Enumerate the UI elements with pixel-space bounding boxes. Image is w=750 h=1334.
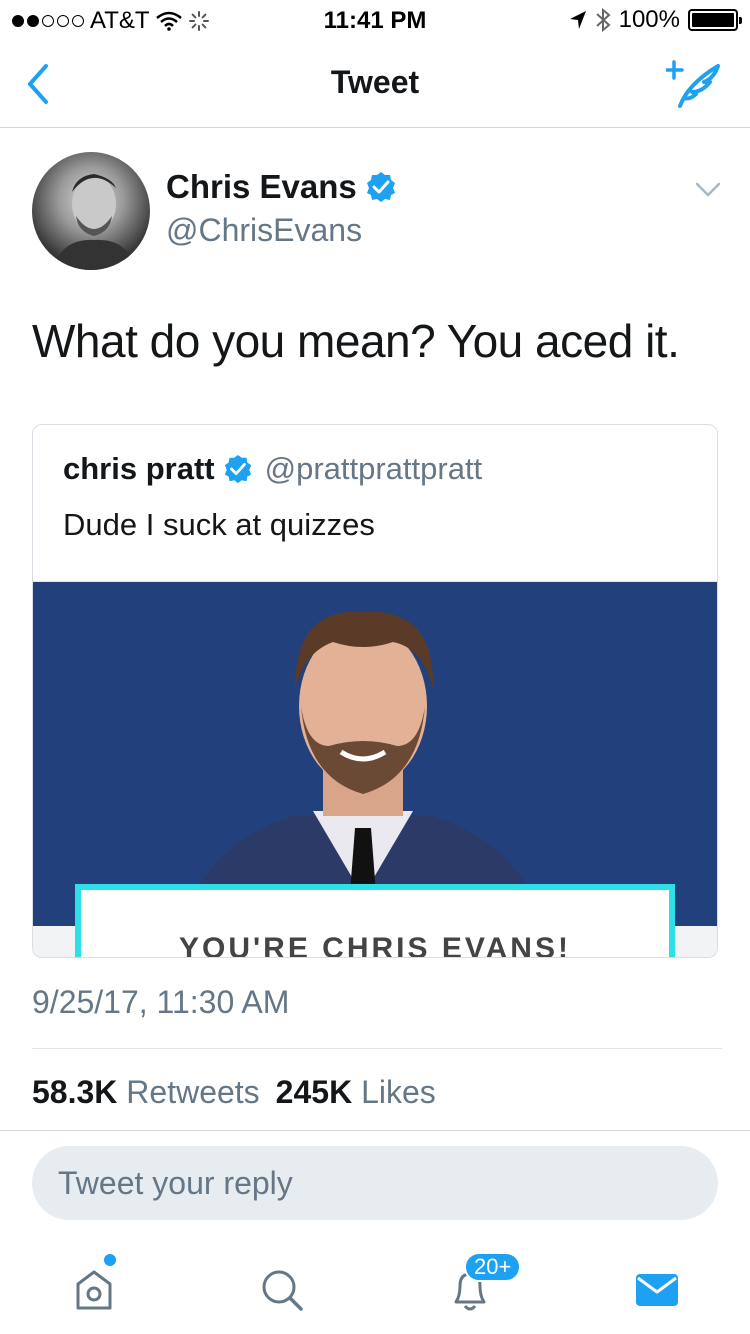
verified-badge-icon (224, 454, 251, 484)
tweet-timestamp: 9/25/17, 11:30 AM (32, 984, 290, 1020)
quoted-tweet-media[interactable]: YOU'RE CHRIS EVANS! (33, 581, 717, 958)
retweets-stat[interactable]: 58.3K Retweets (32, 1074, 260, 1111)
compose-tweet-icon[interactable] (666, 58, 722, 110)
tweet-text: What do you mean? You aced it. (32, 315, 680, 367)
location-arrow-icon (569, 11, 586, 29)
messages-envelope-icon[interactable] (626, 1260, 686, 1320)
quiz-result-box: YOU'RE CHRIS EVANS! (75, 884, 675, 958)
media-person-photo (183, 611, 543, 926)
divider (0, 1130, 750, 1131)
likes-label: Likes (361, 1074, 436, 1110)
tweet-stats: 58.3K Retweets 245K Likes (32, 1074, 436, 1111)
author-name[interactable]: Chris Evans (166, 168, 397, 206)
quiz-result-text: YOU'RE CHRIS EVANS! (179, 932, 571, 958)
likes-count: 245K (275, 1074, 353, 1110)
home-icon[interactable] (64, 1260, 124, 1320)
quoted-author-handle: @prattprattpratt (264, 451, 483, 486)
likes-stat[interactable]: 245K Likes (276, 1074, 436, 1111)
author-name-text: Chris Evans (166, 168, 357, 205)
status-right: 100% (569, 6, 742, 34)
battery-fill (692, 13, 734, 27)
home-new-indicator (104, 1254, 116, 1266)
divider (32, 1048, 722, 1049)
chevron-down-icon[interactable] (694, 180, 722, 200)
bluetooth-icon (595, 8, 611, 32)
quoted-tweet-header: chris pratt @prattprattpratt (63, 451, 482, 487)
reply-input[interactable]: Tweet your reply (32, 1146, 718, 1220)
search-icon[interactable] (252, 1260, 312, 1320)
author-handle[interactable]: @ChrisEvans (166, 212, 362, 249)
notifications-badge: 20+ (464, 1252, 522, 1282)
quoted-tweet-text: Dude I suck at quizzes (63, 507, 375, 542)
status-bar: AT&T 11:41 PM 100% (0, 0, 750, 40)
avatar[interactable] (32, 152, 150, 270)
page-title: Tweet (330, 64, 420, 100)
quoted-tweet-card[interactable]: chris pratt @prattprattpratt Dude I suck… (32, 424, 718, 958)
avatar-portrait (52, 174, 136, 270)
retweets-label: Retweets (126, 1074, 260, 1110)
verified-badge-icon (366, 172, 395, 202)
retweets-count: 58.3K (32, 1074, 118, 1110)
media-image (33, 582, 717, 926)
battery-percent: 100% (618, 6, 680, 33)
quoted-author-name: chris pratt (63, 451, 215, 486)
nav-bar: Tweet (0, 40, 750, 128)
battery-icon (688, 9, 742, 31)
